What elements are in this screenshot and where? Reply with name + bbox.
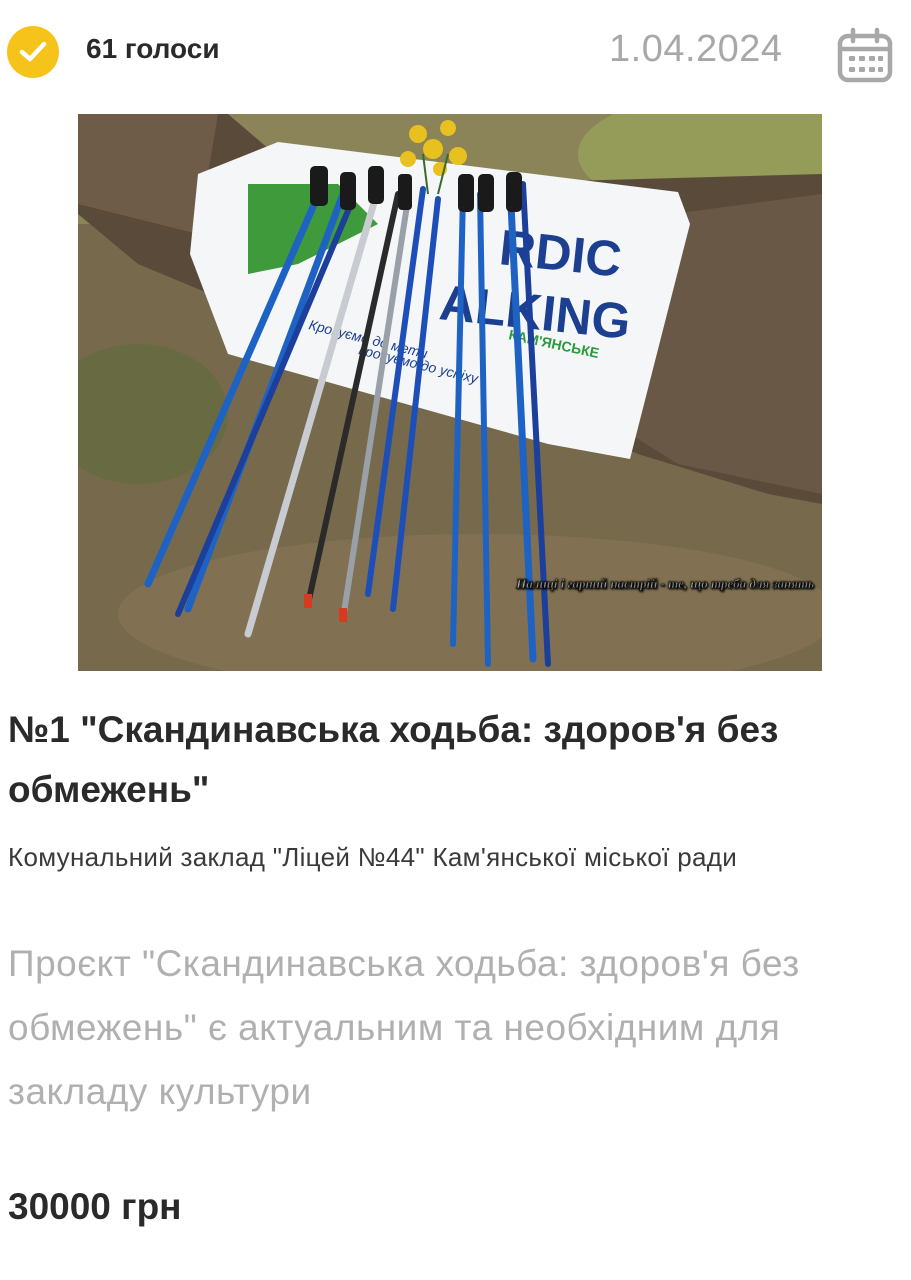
vote-badge xyxy=(7,26,59,78)
project-description: Проєкт "Скандинавська ходьба: здоров'я б… xyxy=(8,943,800,1112)
checkmark-icon xyxy=(19,41,47,62)
photo-caption: Палиці і гарний настрій - те, що треба д… xyxy=(515,576,814,591)
vote-count: 61 голоси xyxy=(86,33,220,64)
project-title[interactable]: №1 "Скандинавська ходьба: здоров'я без о… xyxy=(8,700,868,820)
project-header: 61 голоси 1.04.2024 xyxy=(0,0,911,105)
project-budget: 30000 грн xyxy=(8,1186,182,1227)
calendar-icon xyxy=(837,27,893,83)
project-organization: Комунальний заклад "Ліцей №44" Кам'янськ… xyxy=(8,842,738,872)
project-date: 1.04.2024 xyxy=(609,28,783,70)
project-photo[interactable]: RDIC ALKING КАМ'ЯНСЬКЕ Крокуємо до мети … xyxy=(78,114,822,671)
